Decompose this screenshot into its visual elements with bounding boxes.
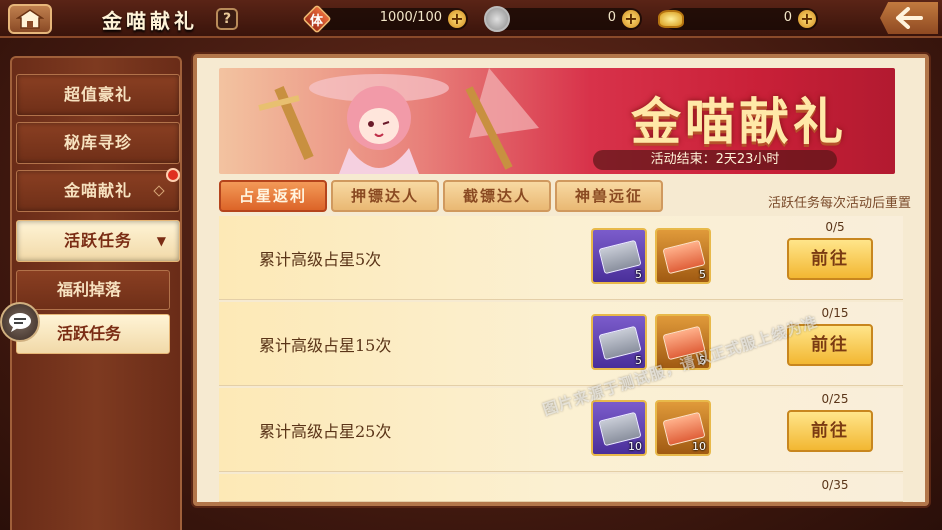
sidebar-item-golden-cat[interactable]: 金喵献礼 — [16, 170, 180, 212]
add-coin-button[interactable]: + — [622, 10, 640, 28]
sidebar: 超值豪礼 秘库寻珍 金喵献礼 活跃任务 ▼ 福利掉落 活跃任务 — [10, 56, 182, 530]
tab-escort-master[interactable]: 押镖达人 — [331, 180, 439, 212]
sidebar-item-value-gift[interactable]: 超值豪礼 — [16, 74, 180, 116]
help-button[interactable]: ? — [216, 8, 238, 30]
back-button[interactable] — [880, 2, 938, 34]
stamina-icon-label: 体 — [310, 14, 324, 29]
sidebar-item-label: 活跃任务 — [63, 231, 132, 250]
reward-count: 5 — [635, 354, 642, 367]
reward-item-red-ticket[interactable]: 10 — [655, 400, 711, 456]
stamina-counter: 体 1000/100 + — [302, 4, 468, 34]
reward-item-silver-ticket[interactable]: 5 — [591, 314, 647, 370]
reward-count: 10 — [692, 440, 706, 453]
gold-ingot-icon — [658, 10, 684, 28]
tab-beast-expedition[interactable]: 神兽远征 — [555, 180, 663, 212]
character-illustration — [258, 68, 539, 174]
sidebar-item-label: 超值豪礼 — [63, 85, 132, 104]
add-stamina-button[interactable]: + — [448, 10, 466, 28]
tab-intercept-master[interactable]: 截镖达人 — [443, 180, 551, 212]
chevron-down-icon: ▼ — [156, 234, 167, 248]
back-arrow-icon — [896, 7, 923, 29]
banner-title: 金喵献礼 — [631, 92, 847, 151]
stamina-value: 1000/100 — [379, 10, 442, 25]
reward-count: 5 — [699, 268, 706, 281]
sidebar-subitem-label: 福利掉落 — [57, 280, 122, 299]
coin-counter: 0 + — [484, 6, 642, 32]
tab-label: 占星返利 — [238, 187, 307, 205]
chat-button[interactable] — [0, 302, 40, 342]
gold-counter: 0 + — [658, 8, 818, 30]
task-name: 累计高级占星25次 — [259, 422, 392, 441]
tab-label: 截镖达人 — [462, 187, 531, 205]
task-row: 0/35 — [219, 474, 903, 502]
reward-count: 10 — [628, 440, 642, 453]
event-timer: 活动结束：2天23小时 — [593, 150, 837, 170]
add-gold-button[interactable]: + — [798, 10, 816, 28]
tab-astrology-rebate[interactable]: 占星返利 — [219, 180, 327, 212]
task-progress: 0/35 — [821, 478, 849, 492]
page-title: 金喵献礼 — [102, 9, 198, 33]
go-button[interactable]: 前往 — [787, 238, 873, 280]
top-bar: 金喵献礼 ? 体 1000/100 + 0 + 0 + — [0, 0, 942, 38]
reward-item-silver-ticket[interactable]: 5 — [591, 228, 647, 284]
sidebar-subitem-label: 活跃任务 — [57, 324, 122, 343]
sidebar-item-label: 金喵献礼 — [63, 181, 132, 200]
home-button[interactable] — [8, 4, 52, 34]
event-banner: 金喵献礼 活动结束：2天23小时 — [219, 68, 895, 174]
go-button[interactable]: 前往 — [787, 410, 873, 452]
tab-label: 神兽远征 — [574, 187, 643, 205]
coin-value: 0 — [607, 10, 616, 25]
main-panel: 金喵献礼 活动结束：2天23小时 占星返利 押镖达人 截镖达人 神兽远征 活跃任… — [193, 54, 929, 506]
sidebar-item-label: 秘库寻珍 — [63, 133, 132, 152]
task-name: 累计高级占星5次 — [259, 250, 382, 269]
chat-icon — [9, 313, 31, 332]
notification-dot — [166, 168, 180, 182]
sidebar-subitem-welfare-drop[interactable]: 福利掉落 — [16, 270, 170, 310]
task-progress: 0/25 — [821, 392, 849, 406]
reset-notice: 活跃任务每次活动后重置 — [767, 196, 911, 211]
sidebar-item-active-tasks[interactable]: 活跃任务 ▼ — [16, 220, 180, 262]
reward-item-red-ticket[interactable]: 5 — [655, 228, 711, 284]
task-progress: 0/5 — [825, 220, 845, 234]
home-icon — [16, 9, 44, 29]
sidebar-item-treasure[interactable]: 秘库寻珍 — [16, 122, 180, 164]
tab-label: 押镖达人 — [350, 187, 419, 205]
diamond-icon — [153, 185, 165, 197]
reward-count: 5 — [635, 268, 642, 281]
gold-value: 0 — [783, 10, 792, 25]
coin-icon — [484, 6, 510, 32]
task-row: 累计高级占星5次 5 5 0/5 前往 — [219, 216, 903, 300]
task-name: 累计高级占星15次 — [259, 336, 392, 355]
